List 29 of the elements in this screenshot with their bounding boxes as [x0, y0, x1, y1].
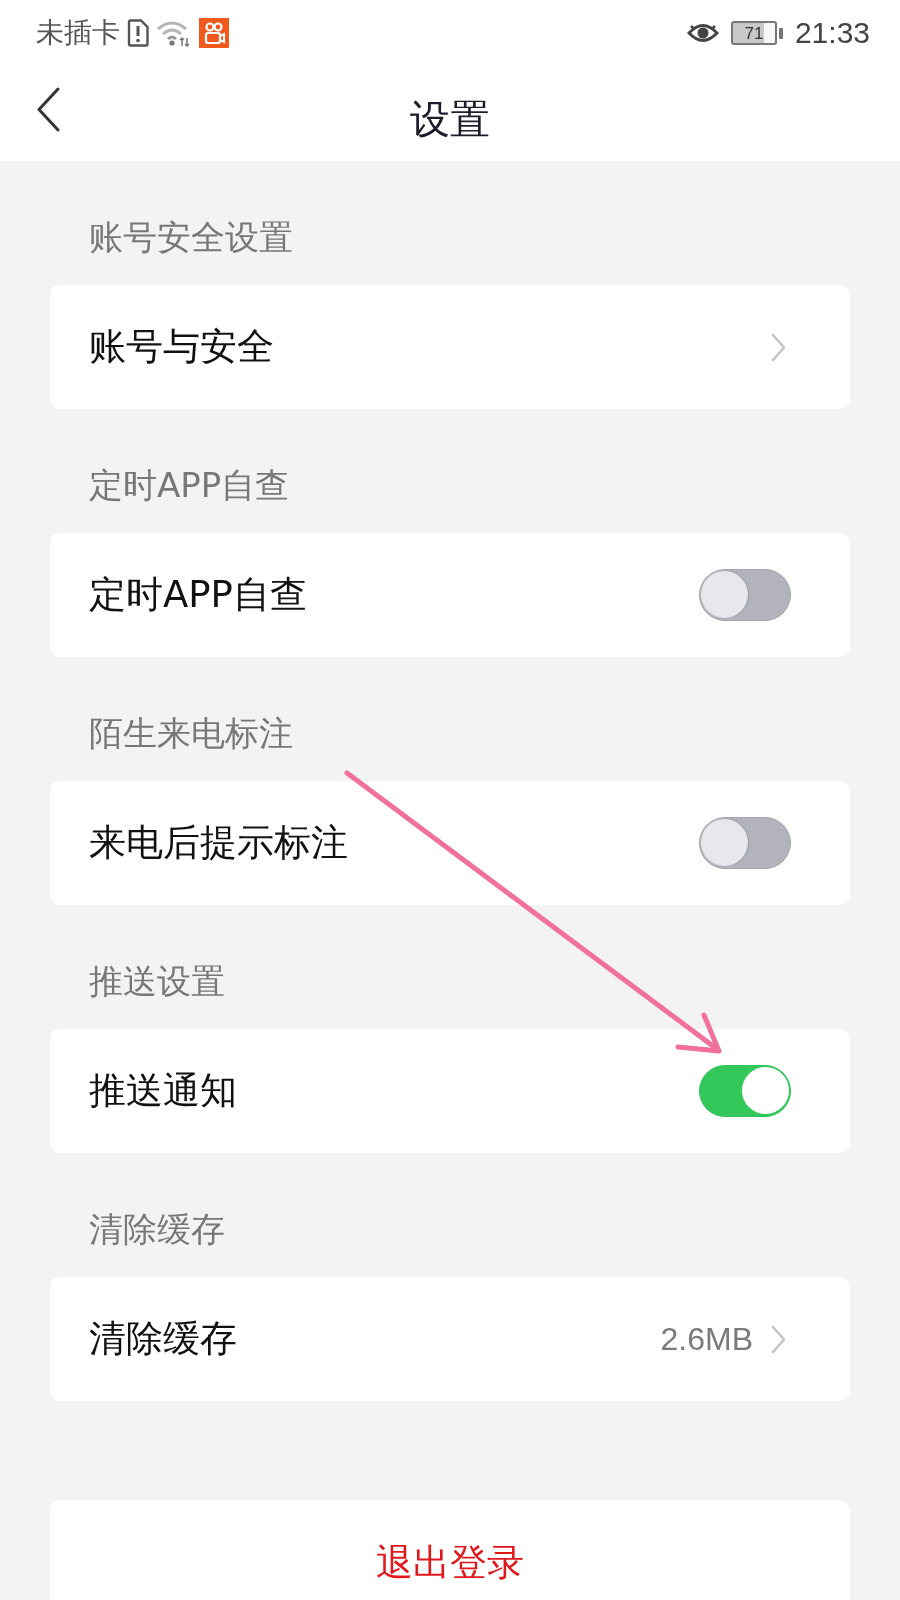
video-camera-app-icon: [199, 18, 229, 48]
eye-icon: [686, 22, 719, 44]
setting-label: 清除缓存: [89, 1316, 237, 1362]
toggle-switch[interactable]: [699, 817, 791, 869]
back-icon: [36, 87, 61, 132]
sim-alert-icon: [127, 19, 149, 47]
toggle-switch[interactable]: [699, 1065, 791, 1117]
setting-label: 账号与安全: [89, 324, 274, 370]
back-button[interactable]: [36, 87, 61, 132]
section-label: 陌生来电标注: [89, 713, 293, 753]
section-label: 定时APP自查: [89, 465, 290, 505]
settings-card[interactable]: 清除缓存 2.6MB: [50, 1277, 850, 1401]
carrier-text: 未插卡: [36, 19, 120, 47]
section-label: 推送设置: [89, 961, 225, 1001]
wifi-icon: [156, 19, 192, 47]
chevron-right-icon: [771, 332, 786, 362]
battery-percent-text: 71: [744, 24, 764, 42]
value-text: 2.6MB: [660, 1319, 753, 1359]
logout-button[interactable]: 退出登录: [50, 1500, 850, 1600]
toggle-switch[interactable]: [699, 569, 791, 621]
setting-label: 定时APP自查: [89, 572, 307, 618]
section-label: 清除缓存: [89, 1209, 225, 1249]
page-title: 设置: [410, 94, 490, 139]
setting-label: 来电后提示标注: [89, 820, 348, 866]
chevron-right-icon: [771, 1324, 786, 1354]
settings-card[interactable]: 账号与安全: [50, 285, 850, 409]
section-label: 账号安全设置: [89, 217, 293, 257]
setting-label: 推送通知: [89, 1068, 237, 1114]
status-time: 21:33: [794, 18, 870, 48]
